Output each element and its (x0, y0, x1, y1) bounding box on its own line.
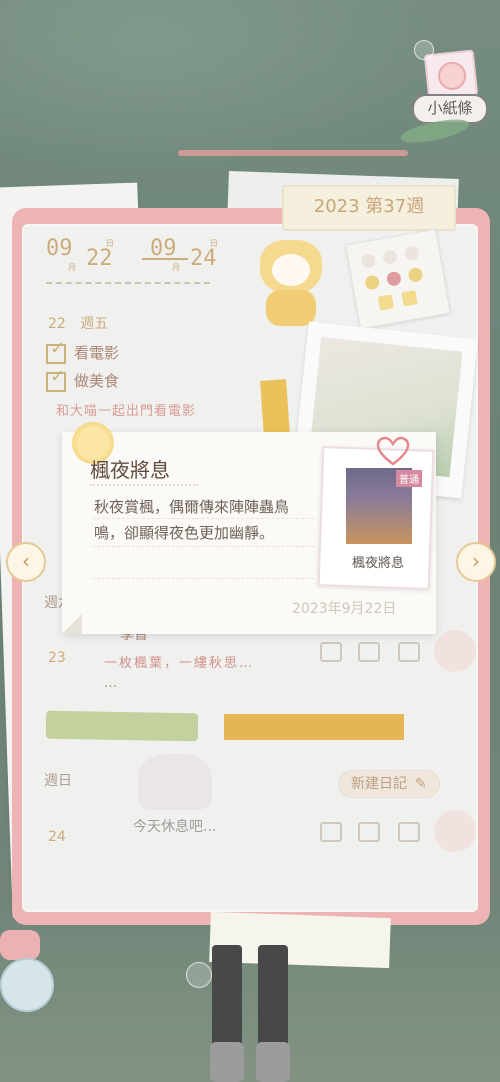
chevron-right-icon[interactable]: › (456, 542, 496, 582)
heart-clip-icon (376, 436, 410, 466)
photo-caption: 楓夜將息 (351, 556, 404, 571)
ruled-line (92, 578, 314, 579)
ruled-line (92, 546, 314, 547)
popup-date: 2023年9月22日 (292, 601, 397, 617)
popup-title: 楓夜將息 (90, 458, 170, 482)
folded-corner (62, 614, 82, 634)
title-underline (90, 484, 198, 486)
rarity-tag: 普通 (396, 470, 422, 487)
popup-body: 秋夜賞楓，偶爾傳來陣陣蟲鳥鳴，卻顯得夜色更加幽靜。 (94, 498, 290, 542)
chevron-left-icon[interactable]: ‹ (6, 542, 46, 582)
ruled-line (92, 518, 314, 519)
